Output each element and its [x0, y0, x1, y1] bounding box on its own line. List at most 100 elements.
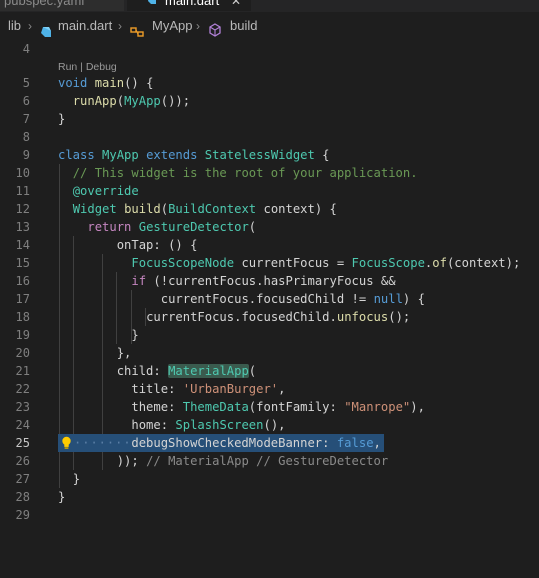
line-number: 19	[15, 328, 30, 342]
token: onTap	[116, 238, 154, 252]
token: ,	[373, 436, 381, 450]
token: FocusScopeNode	[131, 256, 235, 270]
token: :	[329, 400, 345, 414]
token: ) {	[402, 292, 425, 306]
token: class	[58, 148, 95, 162]
line-number: 28	[15, 490, 30, 504]
editor-tab-bar: pubspec.yaml main.dart ✕	[0, 0, 539, 12]
token: :	[168, 400, 183, 414]
token: Widget	[72, 202, 117, 216]
token: BuildContext	[168, 202, 257, 216]
token: currentFocus	[146, 310, 235, 324]
token: "Manrope"	[344, 400, 411, 414]
token: (),	[263, 418, 286, 432]
codelens-run-debug[interactable]: Run | Debug	[58, 60, 117, 74]
token: ));	[116, 454, 147, 468]
line-number: 6	[22, 94, 30, 108]
code-line-11: @override	[58, 182, 139, 200]
code-line-22: title: 'UrbanBurger',	[58, 380, 285, 398]
code-line-7: }	[58, 110, 65, 128]
token: ();	[388, 310, 411, 324]
code-line-28: }	[58, 488, 65, 506]
token: ,	[278, 382, 286, 396]
token: currentFocus	[160, 292, 249, 306]
code-line-6: runApp(MyApp());	[58, 92, 190, 110]
code-line-25: debugShowCheckedModeBanner: false,	[58, 434, 381, 452]
line-number: 22	[15, 382, 30, 396]
token: &&	[373, 274, 396, 288]
line-number: 15	[15, 256, 30, 270]
token: of	[432, 256, 447, 270]
token: ThemeData	[182, 400, 249, 414]
code-line-17: currentFocus.focusedChild != null) {	[58, 290, 425, 308]
token: 'UrbanBurger'	[182, 382, 279, 396]
token: build	[124, 202, 161, 216]
token: StatelessWidget	[204, 148, 315, 162]
token-highlighted: MaterialApp	[168, 364, 249, 378]
token: void	[58, 76, 88, 90]
breadcrumb-item-lib[interactable]: lib	[8, 12, 21, 40]
breadcrumb-item-class[interactable]: MyApp	[152, 12, 192, 40]
token: if	[131, 274, 147, 288]
token: unfocus	[336, 310, 389, 324]
code-line-23: theme: ThemeData(fontFamily: "Manrope"),	[58, 398, 425, 416]
line-number: 18	[15, 310, 30, 324]
tab-label: main.dart	[165, 0, 220, 8]
breadcrumb-item-file[interactable]: main.dart	[58, 12, 112, 40]
token: false	[336, 436, 374, 450]
token: MyApp	[102, 148, 139, 162]
breadcrumb-separator: ›	[118, 19, 122, 33]
token: context	[263, 202, 315, 216]
line-number: 21	[15, 364, 30, 378]
tab-main-dart[interactable]: main.dart ✕	[127, 0, 251, 11]
token: currentFocus	[168, 274, 257, 288]
token: @override	[72, 184, 139, 198]
line-number: 4	[22, 42, 30, 56]
breadcrumb-separator: ›	[196, 19, 200, 33]
token: theme	[131, 400, 169, 414]
token: }	[58, 112, 66, 126]
token: return	[87, 220, 132, 234]
line-number: 26	[15, 454, 30, 468]
line-number: 29	[15, 508, 30, 522]
token: :	[322, 436, 337, 450]
token: child	[116, 364, 154, 378]
token: hasPrimaryFocus	[263, 274, 374, 288]
line-number: 20	[15, 346, 30, 360]
token: }	[72, 472, 81, 486]
token: SplashScreen	[175, 418, 264, 432]
token: {	[314, 148, 330, 162]
token: =	[329, 256, 352, 270]
method-cube-icon	[208, 19, 222, 37]
token: () {	[124, 76, 154, 90]
code-line-13: return GestureDetector(	[58, 218, 256, 236]
closing-label-hint: // MaterialApp // GestureDetector	[146, 454, 389, 468]
code-line-15: FocusScopeNode currentFocus = FocusScope…	[58, 254, 520, 272]
token: }	[131, 328, 139, 342]
tab-label: pubspec.yaml	[4, 0, 85, 8]
line-number: 10	[15, 166, 30, 180]
line-number: 24	[15, 418, 30, 432]
tab-pubspec-yaml[interactable]: pubspec.yaml	[0, 0, 124, 11]
token: title	[131, 382, 169, 396]
close-icon[interactable]: ✕	[231, 0, 241, 11]
token: focusedChild	[256, 292, 345, 306]
token: FocusScope	[351, 256, 425, 270]
breadcrumb-item-method[interactable]: build	[230, 12, 257, 40]
token: .	[329, 310, 337, 324]
